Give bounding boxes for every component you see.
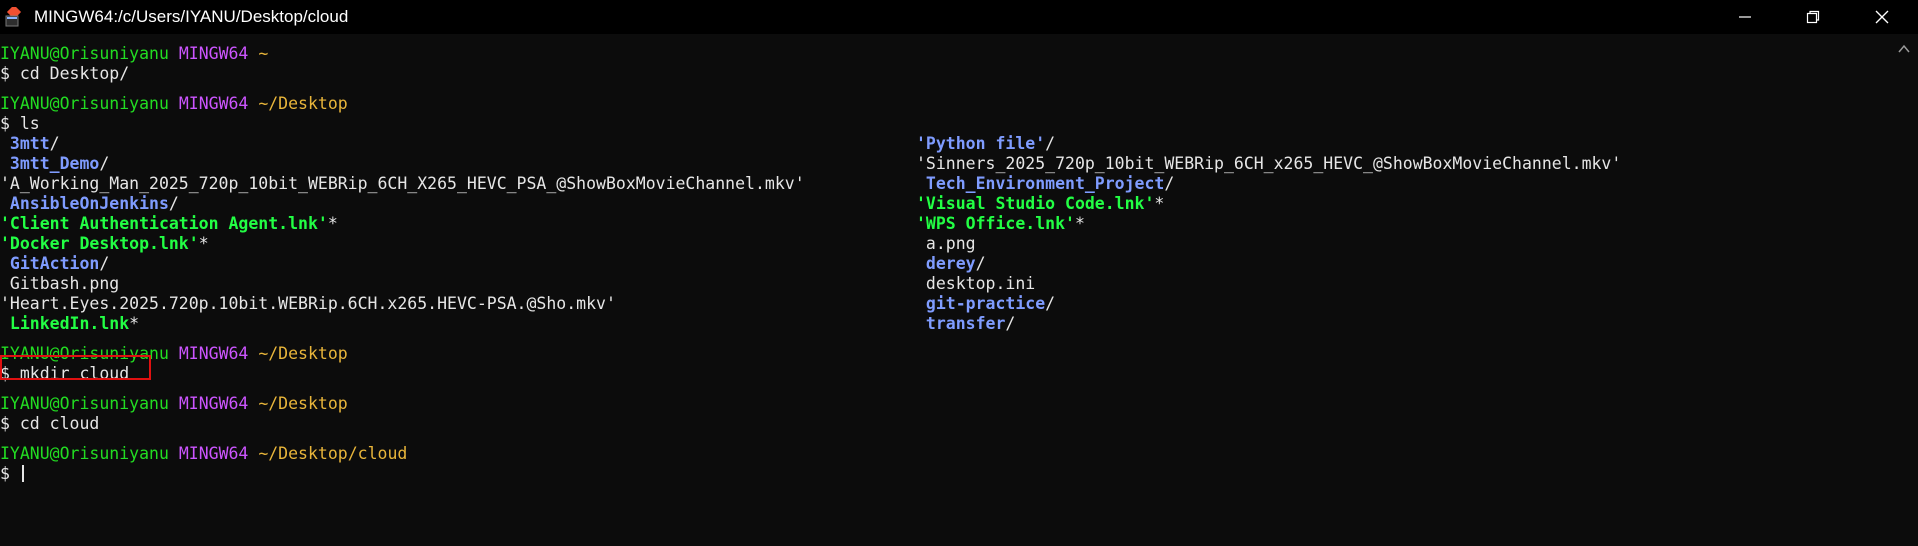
command-line: $ ls [0,114,40,133]
prompt-line: IYANU@Orisuniyanu MINGW64 ~/Desktop [0,394,348,414]
ls-entry-suffix: / [99,154,110,173]
ls-entry-name: git-practice [916,294,1046,313]
ls-entry-name: 'Client Authentication Agent.lnk' [0,214,328,233]
prompt-user: IYANU@Orisuniyanu [0,94,169,113]
ls-entry: 'Python file'/ [916,134,1055,154]
ls-entry-name: AnsibleOnJenkins [0,194,169,213]
git-bash-app-icon[interactable] [5,7,25,27]
ls-entry-name: a.png [916,234,976,253]
ls-entry: git-practice/ [916,294,1055,314]
ls-entry: 'Sinners_2025_720p_10bit_WEBRip_6CH_x265… [916,154,1621,174]
restore-button[interactable] [1779,0,1847,34]
ls-entry-suffix: / [1164,174,1175,193]
prompt-line: IYANU@Orisuniyanu MINGW64 ~ [0,44,268,64]
minimize-icon [1739,16,1751,18]
ls-entry: desktop.ini [916,274,1035,294]
ls-entry-name: 'Python file' [916,134,1046,153]
close-button[interactable] [1848,0,1916,34]
ls-entry-name: 3mtt_Demo [0,154,100,173]
prompt-host: MINGW64 [178,44,249,63]
prompt-host: MINGW64 [178,344,249,363]
command-line: $ cd Desktop/ [0,64,130,83]
ls-entry-name: 'Sinners_2025_720p_10bit_WEBRip_6CH_x265… [916,154,1622,173]
scroll-up-arrow-icon[interactable] [1898,44,1910,54]
prompt-user: IYANU@Orisuniyanu [0,444,169,463]
ls-entry-suffix: / [168,194,179,213]
prompt-path: ~/Desktop [258,344,348,363]
ls-entry: 'Visual Studio Code.lnk'* [916,194,1164,214]
ls-entry-suffix: * [327,214,338,233]
ls-entry-name: 'WPS Office.lnk' [916,214,1075,233]
title-bar: MINGW64:/c/Users/IYANU/Desktop/cloud [0,0,1918,34]
prompt-user: IYANU@Orisuniyanu [0,44,169,63]
restore-icon [1806,10,1820,24]
ls-entry: Tech_Environment_Project/ [916,174,1174,194]
mkdir-highlight-box [0,355,151,380]
ls-entry-suffix: * [1154,194,1165,213]
ls-entry-suffix: / [1045,134,1056,153]
minimize-button[interactable] [1711,0,1779,34]
ls-entry-name: LinkedIn.lnk [0,314,130,333]
ls-entry: transfer/ [916,314,1015,334]
prompt-host: MINGW64 [178,94,249,113]
ls-entry: 3mtt_Demo/ [0,154,109,174]
ls-entry-name: Gitbash.png [0,274,120,293]
ls-entry-name: desktop.ini [916,274,1036,293]
ls-entry: GitAction/ [0,254,109,274]
ls-entry: 'Heart.Eyes.2025.720p.10bit.WEBRip.6CH.x… [0,294,616,314]
close-icon [1875,10,1889,24]
prompt-host: MINGW64 [178,394,249,413]
ls-entry: 3mtt/ [0,134,60,154]
ls-entry-name: 'Heart.Eyes.2025.720p.10bit.WEBRip.6CH.x… [0,294,616,313]
prompt-host: MINGW64 [178,444,249,463]
ls-entry-name: 'Visual Studio Code.lnk' [916,194,1155,213]
ls-entry: LinkedIn.lnk* [0,314,139,334]
ls-entry-suffix: * [1074,214,1085,233]
prompt-path: ~/Desktop [258,394,348,413]
terminal-output[interactable]: IYANU@Orisuniyanu MINGW64 ~ $ cd Desktop… [0,34,1900,546]
window-title: MINGW64:/c/Users/IYANU/Desktop/cloud [34,7,349,26]
ls-entry-suffix: / [1005,314,1016,333]
ls-entry: derey/ [916,254,986,274]
prompt-line: IYANU@Orisuniyanu MINGW64 ~/Desktop/clou… [0,444,407,464]
ls-entry-suffix: * [198,234,209,253]
ls-entry: a.png [916,234,976,254]
ls-entry-name: Tech_Environment_Project [916,174,1165,193]
ls-entry: 'Docker Desktop.lnk'* [0,234,209,254]
ls-entry-suffix: / [975,254,986,273]
prompt-path: ~ [258,44,269,63]
ls-entry-name: transfer [916,314,1006,333]
ls-entry: 'Client Authentication Agent.lnk'* [0,214,338,234]
command-line: $ cd cloud [0,414,100,433]
prompt-line: IYANU@Orisuniyanu MINGW64 ~/Desktop [0,94,348,114]
ls-entry-name: 3mtt [0,134,50,153]
ls-entry-name: 'Docker Desktop.lnk' [0,234,199,253]
text-cursor [21,465,24,482]
ls-entry-suffix: * [129,314,140,333]
ls-entry-suffix: / [1045,294,1056,313]
ls-entry: 'WPS Office.lnk'* [916,214,1085,234]
prompt-path: ~/Desktop/cloud [258,444,408,463]
ls-entry: Gitbash.png [0,274,119,294]
prompt-path: ~/Desktop [258,94,348,113]
ls-entry-name: GitAction [0,254,100,273]
prompt-user: IYANU@Orisuniyanu [0,394,169,413]
current-prompt: $ [0,464,20,483]
ls-entry-suffix: / [49,134,60,153]
ls-entry: AnsibleOnJenkins/ [0,194,179,214]
ls-entry: 'A_Working_Man_2025_720p_10bit_WEBRip_6C… [0,174,805,194]
ls-entry-name: derey [916,254,976,273]
ls-entry-suffix: / [99,254,110,273]
ls-entry-name: 'A_Working_Man_2025_720p_10bit_WEBRip_6C… [0,174,805,193]
current-input-line[interactable]: $ [0,464,24,484]
